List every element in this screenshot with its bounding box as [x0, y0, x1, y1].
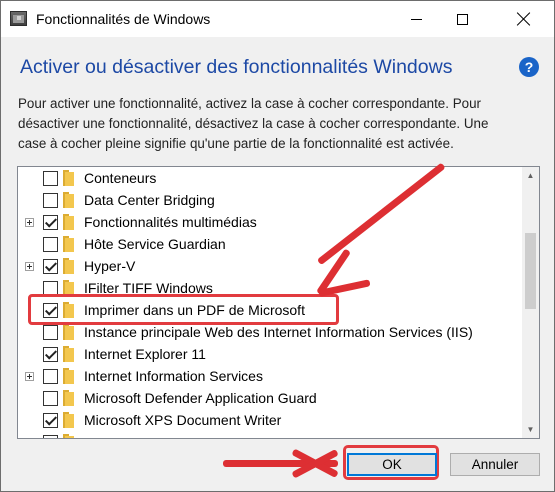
folder-icon: [63, 236, 74, 252]
folder-icon: [63, 368, 74, 384]
folder-icon: [63, 214, 74, 230]
feature-row[interactable]: Internet Explorer 11: [18, 344, 518, 366]
feature-row[interactable]: Hyper-V: [18, 256, 518, 278]
feature-label: Microsoft XPS Document Writer: [84, 412, 282, 428]
scroll-down-arrow-icon[interactable]: ▼: [522, 421, 539, 438]
scrollbar-thumb[interactable]: [525, 233, 536, 309]
window-title: Fonctionnalités de Windows: [36, 11, 211, 27]
page-heading: Activer ou désactiver des fonctionnalité…: [20, 56, 453, 78]
folder-icon: [63, 390, 74, 406]
vertical-scrollbar[interactable]: ▲ ▼: [522, 167, 539, 438]
feature-label: Data Center Bridging: [84, 192, 215, 208]
instructions-line-2: désactiver une fonctionnalité, désactive…: [18, 116, 489, 131]
checkbox-unchecked[interactable]: [43, 171, 58, 186]
checkbox-checked[interactable]: [43, 347, 58, 362]
checkbox-unchecked[interactable]: [43, 193, 58, 208]
ok-button[interactable]: OK: [347, 453, 437, 476]
checkbox-unchecked[interactable]: [43, 391, 58, 406]
feature-label: Hôte Service Guardian: [84, 236, 226, 252]
maximize-button[interactable]: [439, 1, 485, 37]
scroll-up-arrow-icon[interactable]: ▲: [522, 167, 539, 184]
instructions-line-1: Pour activer une fonctionnalité, activez…: [18, 96, 481, 111]
folder-icon: [63, 170, 74, 186]
maximize-icon: [456, 13, 468, 25]
feature-label: Conteneurs: [84, 170, 157, 186]
feature-row[interactable]: Data Center Bridging: [18, 190, 518, 212]
folder-icon: [63, 412, 74, 428]
checkbox-unchecked[interactable]: [43, 369, 58, 384]
checkbox-checked[interactable]: [43, 215, 58, 230]
checkbox-unchecked[interactable]: [43, 435, 58, 438]
instructions-line-3: case à cocher pleine signifie qu'une par…: [18, 136, 454, 151]
checkbox-unchecked[interactable]: [43, 237, 58, 252]
expand-plus-icon[interactable]: [25, 218, 34, 227]
folder-icon: [63, 258, 74, 274]
feature-label: Internet Explorer 11: [84, 346, 206, 362]
feature-row[interactable]: Fonctionnalités multimédias: [18, 212, 518, 234]
expand-plus-icon[interactable]: [25, 438, 34, 439]
folder-icon: [63, 434, 74, 438]
highlight-box-pdf-feature: [28, 294, 339, 325]
expand-plus-icon[interactable]: [25, 372, 34, 381]
title-bar[interactable]: Fonctionnalités de Windows: [1, 1, 554, 37]
folder-icon: [63, 324, 74, 340]
feature-label: Instance principale Web des Internet Inf…: [84, 324, 473, 340]
folder-icon: [63, 192, 74, 208]
help-icon[interactable]: ?: [519, 57, 539, 77]
checkbox-checked[interactable]: [43, 259, 58, 274]
feature-row[interactable]: Conteneurs: [18, 168, 518, 190]
feature-row[interactable]: Instance principale Web des Internet Inf…: [18, 322, 518, 344]
cancel-button[interactable]: Annuler: [450, 453, 540, 476]
feature-label: Hyper-V: [84, 258, 136, 274]
feature-label: Internet Information Services: [84, 368, 263, 384]
feature-row[interactable]: Microsoft XPS Document Writer: [18, 410, 518, 432]
feature-row[interactable]: Internet Information Services: [18, 366, 518, 388]
feature-label: Fonctionnalités multimédias: [84, 214, 257, 230]
instructions-text: Pour activer une fonctionnalité, activez…: [18, 94, 538, 154]
windows-features-icon: [10, 11, 27, 26]
checkbox-checked[interactable]: [43, 413, 58, 428]
close-button[interactable]: [501, 1, 547, 37]
dialog-window: Fonctionnalités de Windows Activer ou dé…: [0, 0, 555, 492]
feature-label: Microsoft Defender Application Guard: [84, 390, 317, 406]
close-icon: [517, 12, 531, 26]
minimize-icon: [410, 18, 422, 20]
minimize-button[interactable]: [393, 1, 439, 37]
expand-plus-icon[interactable]: [25, 262, 34, 271]
checkbox-unchecked[interactable]: [43, 325, 58, 340]
feature-row[interactable]: Microsoft Defender Application Guard: [18, 388, 518, 410]
feature-row[interactable]: [18, 432, 518, 439]
folder-icon: [63, 346, 74, 362]
feature-row[interactable]: Hôte Service Guardian: [18, 234, 518, 256]
